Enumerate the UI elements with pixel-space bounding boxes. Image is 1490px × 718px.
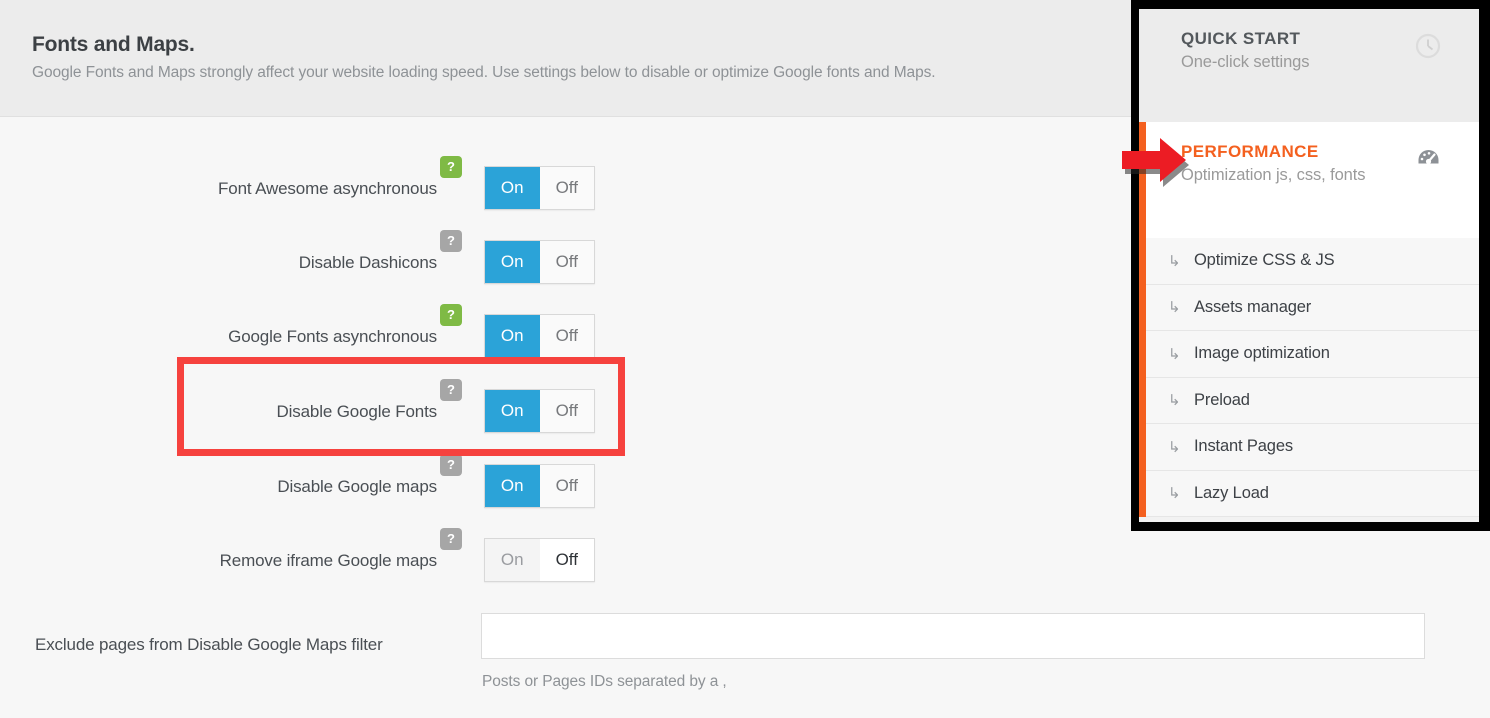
help-icon[interactable]: ?	[440, 156, 462, 178]
setting-row: Disable Dashicons? On Off	[0, 230, 1131, 288]
sub-arrow-icon: ↳	[1168, 299, 1181, 317]
toggle-on-option[interactable]: On	[485, 315, 540, 357]
nav-sub-item[interactable]: ↳ Preload	[1146, 377, 1479, 424]
nav-sub-item[interactable]: ↳ Image optimization	[1146, 331, 1479, 378]
setting-row: Remove iframe Google maps? On Off	[0, 528, 1131, 586]
navigation-panel: QUICK START One-click settings PERFORMAN…	[1139, 9, 1479, 522]
nav-sub-item[interactable]: ↳ Optimize CSS & JS	[1146, 238, 1479, 285]
setting-label: Font Awesome asynchronous	[218, 179, 437, 198]
setting-row: Disable Google maps? On Off	[0, 454, 1131, 512]
help-icon[interactable]: ?	[440, 454, 462, 476]
nav-sub-item[interactable]: ↳ Lazy Load	[1146, 470, 1479, 517]
exclude-pages-hint: Posts or Pages IDs separated by a ,	[482, 673, 727, 690]
nav-sub-item-label: Assets manager	[1194, 297, 1312, 316]
exclude-pages-label: Exclude pages from Disable Google Maps f…	[35, 635, 383, 654]
toggle-off-option[interactable]: Off	[539, 167, 594, 209]
sub-arrow-icon: ↳	[1168, 438, 1181, 456]
toggle-switch[interactable]: On Off	[484, 538, 595, 582]
setting-label: Google Fonts asynchronous	[228, 327, 437, 346]
settings-page: Fonts and Maps. Google Fonts and Maps st…	[0, 0, 1425, 718]
toggle-on-option[interactable]: On	[485, 465, 540, 507]
red-arrow-annotation	[1122, 138, 1192, 194]
toggle-off-option[interactable]: Off	[539, 390, 594, 432]
sub-arrow-icon: ↳	[1168, 485, 1181, 503]
gauge-icon	[1415, 146, 1441, 172]
nav-sub-item[interactable]: ↳ Instant Pages	[1146, 424, 1479, 471]
toggle-switch[interactable]: On Off	[484, 389, 595, 433]
nav-sub-item-label: Lazy Load	[1194, 483, 1269, 502]
clock-icon	[1415, 33, 1441, 59]
nav-sub-list: ↳ Optimize CSS & JS ↳ Assets manager ↳ Image …	[1139, 238, 1479, 517]
sub-arrow-icon: ↳	[1168, 392, 1181, 410]
navigation-panel-overlay: QUICK START One-click settings PERFORMAN…	[1131, 0, 1490, 531]
nav-sub-item-label: Image optimization	[1194, 344, 1330, 363]
sub-arrow-icon: ↳	[1168, 345, 1181, 363]
nav-sub-item[interactable]: ↳ Assets manager	[1146, 284, 1479, 331]
help-icon[interactable]: ?	[440, 528, 462, 550]
nav-item-quick-start[interactable]: QUICK START One-click settings	[1139, 9, 1479, 122]
setting-label: Disable Google Fonts	[276, 402, 438, 421]
setting-label: Disable Dashicons	[298, 253, 437, 272]
toggle-off-option[interactable]: Off	[539, 539, 594, 581]
nav-sub-item-label: Preload	[1194, 390, 1250, 409]
toggle-off-option[interactable]: Off	[539, 241, 594, 283]
sub-arrow-icon: ↳	[1168, 252, 1181, 270]
section-header: Fonts and Maps. Google Fonts and Maps st…	[0, 0, 1131, 117]
toggle-switch[interactable]: On Off	[484, 314, 595, 358]
toggle-off-option[interactable]: Off	[539, 315, 594, 357]
exclude-pages-input[interactable]	[481, 613, 1425, 659]
toggle-on-option[interactable]: On	[485, 241, 540, 283]
setting-row: Font Awesome asynchronous? On Off	[0, 156, 1131, 214]
toggle-off-option[interactable]: Off	[539, 465, 594, 507]
help-icon[interactable]: ?	[440, 379, 462, 401]
toggle-on-option[interactable]: On	[485, 390, 540, 432]
nav-sub-item-label: Instant Pages	[1194, 437, 1293, 456]
toggle-switch[interactable]: On Off	[484, 464, 595, 508]
page-subtitle: Google Fonts and Maps strongly affect yo…	[32, 64, 936, 81]
help-icon[interactable]: ?	[440, 230, 462, 252]
toggle-on-option[interactable]: On	[485, 167, 540, 209]
nav-sub-item-label: Optimize CSS & JS	[1194, 251, 1335, 270]
setting-label: Remove iframe Google maps	[219, 551, 437, 570]
setting-label: Disable Google maps	[277, 477, 437, 496]
setting-row: Disable Google Fonts? On Off	[0, 379, 1131, 437]
help-icon[interactable]: ?	[440, 304, 462, 326]
toggle-switch[interactable]: On Off	[484, 166, 595, 210]
setting-row: Google Fonts asynchronous? On Off	[0, 304, 1131, 362]
toggle-switch[interactable]: On Off	[484, 240, 595, 284]
page-title: Fonts and Maps.	[32, 33, 195, 56]
toggle-on-option[interactable]: On	[485, 539, 540, 581]
